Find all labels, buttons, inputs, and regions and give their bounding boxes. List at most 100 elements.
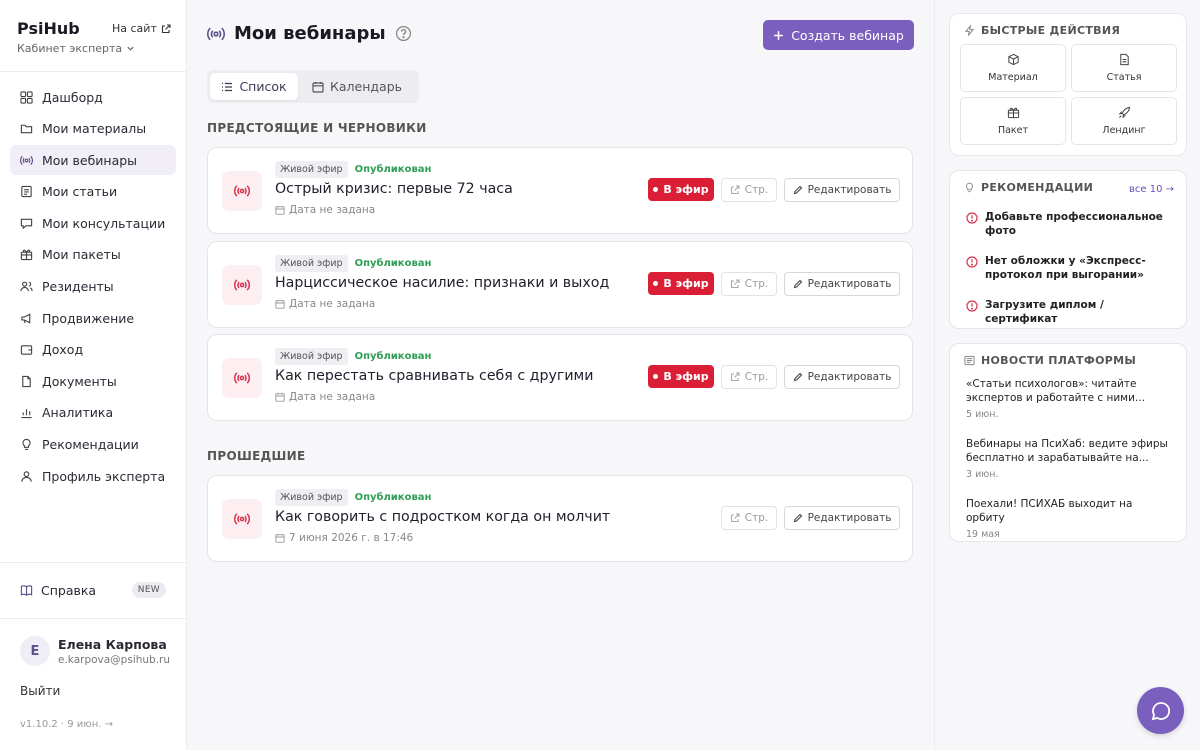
sidebar-item-documents[interactable]: Документы xyxy=(10,366,176,396)
edit-button[interactable]: Редактировать xyxy=(784,506,900,530)
user-card[interactable]: Е Елена Карпова e.karpova@psihub.ru xyxy=(20,636,170,666)
calendar-icon xyxy=(275,533,285,543)
recommendation-item[interactable]: Загрузите диплом / сертификат xyxy=(966,299,1172,326)
list-icon xyxy=(222,82,233,91)
quick-action-package[interactable]: Пакет xyxy=(960,97,1066,145)
news-item[interactable]: Поехали! ПСИХАБ выходит на орбиту 19 мая xyxy=(966,498,1174,540)
version-label[interactable]: v1.10.2 · 9 июн. → xyxy=(20,719,113,730)
live-dot-icon xyxy=(653,187,659,192)
sidebar-item-dashboard[interactable]: Дашборд xyxy=(10,82,176,112)
go-live-button[interactable]: В эфир xyxy=(648,272,714,295)
recommendation-text: Добавьте профессиональное фото xyxy=(985,211,1163,237)
sidebar: PsiHub На сайт Кабинет эксперта Дашборд … xyxy=(0,0,187,750)
tab-label: Список xyxy=(239,79,287,94)
past-section-title: ПРОШЕДШИЕ xyxy=(207,449,306,463)
support-chat-button[interactable] xyxy=(1137,687,1184,734)
users-icon xyxy=(20,281,33,292)
edit-button[interactable]: Редактировать xyxy=(784,365,900,389)
page-button[interactable]: Стр. xyxy=(721,272,777,296)
page-label: Стр. xyxy=(744,184,769,196)
webinar-title[interactable]: Нарциссическое насилие: признаки и выход xyxy=(275,275,609,291)
date-label: 7 июня 2026 г. в 17:46 xyxy=(289,532,414,544)
sidebar-item-recommendations[interactable]: Рекомендации xyxy=(10,430,176,460)
news-item-date: 3 июн. xyxy=(966,469,999,481)
sidebar-item-packages[interactable]: Мои пакеты xyxy=(10,240,176,270)
page-button[interactable]: Стр. xyxy=(721,506,777,530)
edit-button[interactable]: Редактировать xyxy=(784,272,900,296)
edit-label: Редактировать xyxy=(807,184,892,196)
recommendation-item[interactable]: Добавьте профессиональное фото xyxy=(966,211,1172,238)
quick-action-landing[interactable]: Лендинг xyxy=(1071,97,1177,145)
sidebar-item-residents[interactable]: Резиденты xyxy=(10,272,176,302)
edit-button[interactable]: Редактировать xyxy=(784,178,900,202)
type-badge: Живой эфир xyxy=(275,489,348,506)
all-recommendations-link[interactable]: все 10 → xyxy=(1129,184,1174,195)
sidebar-item-label: Дашборд xyxy=(42,89,103,105)
sidebar-item-promotion[interactable]: Продвижение xyxy=(10,303,176,333)
edit-label: Редактировать xyxy=(807,371,892,383)
page-button[interactable]: Стр. xyxy=(721,178,777,202)
page-label: Стр. xyxy=(744,278,769,290)
page-label: Стр. xyxy=(744,371,769,383)
recommendation-item[interactable]: Нет обложки у «Экспресс-протокол при выг… xyxy=(966,255,1172,282)
bulb-icon xyxy=(22,438,31,451)
sidebar-item-help[interactable]: Справка NEW xyxy=(10,576,176,604)
news-item-date: 5 июн. xyxy=(966,409,999,421)
news-item[interactable]: «Статьи психологов»: читайте экспертов и… xyxy=(966,378,1174,420)
sidebar-item-webinars[interactable]: Мои вебинары xyxy=(10,145,176,176)
edit-label: Редактировать xyxy=(807,278,892,290)
divider xyxy=(0,618,186,619)
webinar-card[interactable]: Живой эфир Опубликован Как перестать сра… xyxy=(207,334,913,421)
sidebar-item-analytics[interactable]: Аналитика xyxy=(10,398,176,428)
webinar-card[interactable]: Живой эфир Опубликован Нарциссическое на… xyxy=(207,241,913,328)
alert-circle-icon xyxy=(966,256,978,268)
sidebar-item-materials[interactable]: Мои материалы xyxy=(10,114,176,144)
tab-calendar[interactable]: Календарь xyxy=(298,73,416,100)
logout-button[interactable]: Выйти xyxy=(20,684,60,698)
sidebar-item-consultations[interactable]: Мои консультации xyxy=(10,208,176,238)
help-circle-icon[interactable] xyxy=(395,25,412,42)
webinar-title[interactable]: Как перестать сравнивать себя с другими xyxy=(275,368,593,384)
go-live-button[interactable]: В эфир xyxy=(648,178,714,201)
create-webinar-button[interactable]: Создать вебинар xyxy=(763,20,914,50)
status-badge: Опубликован xyxy=(354,492,432,503)
create-webinar-label: Создать вебинар xyxy=(791,27,904,43)
plus-icon xyxy=(774,30,784,40)
site-link[interactable]: На сайт xyxy=(112,22,171,35)
page-header: Мои вебинары xyxy=(207,23,412,44)
live-dot-icon xyxy=(653,281,659,286)
panel-header: РЕКОМЕНДАЦИИ xyxy=(964,181,1093,194)
webinar-card[interactable]: Живой эфир Опубликован Как говорить с по… xyxy=(207,475,913,562)
right-panel: БЫСТРЫЕ ДЕЙСТВИЯ Материал Статья Пакет Л… xyxy=(934,0,1200,750)
news-item[interactable]: Вебинары на ПсиХаб: ведите эфиры бесплат… xyxy=(966,438,1174,480)
broadcast-icon xyxy=(234,279,250,291)
webinar-card[interactable]: Живой эфир Опубликован Острый кризис: пе… xyxy=(207,147,913,234)
webinar-date: Дата не задана xyxy=(275,298,375,310)
sidebar-item-label: Мои статьи xyxy=(42,184,118,200)
quick-action-label: Пакет xyxy=(997,125,1029,136)
go-live-button[interactable]: В эфир xyxy=(648,365,714,388)
wallet-icon xyxy=(20,345,33,355)
quick-action-article[interactable]: Статья xyxy=(1071,44,1177,92)
sidebar-item-label: Мои консультации xyxy=(42,215,166,231)
page-button[interactable]: Стр. xyxy=(721,365,777,389)
pencil-icon xyxy=(793,185,802,195)
sidebar-item-label: Доход xyxy=(42,342,84,358)
brand-logo[interactable]: PsiHub xyxy=(17,19,80,38)
recommendation-text: Загрузите диплом / сертификат xyxy=(985,299,1104,325)
sidebar-item-income[interactable]: Доход xyxy=(10,335,176,365)
cube-icon xyxy=(1007,53,1019,66)
webinar-title[interactable]: Острый кризис: первые 72 часа xyxy=(275,181,513,197)
quick-action-material[interactable]: Материал xyxy=(960,44,1066,92)
tab-list[interactable]: Список xyxy=(210,73,298,100)
sidebar-item-articles[interactable]: Мои статьи xyxy=(10,177,176,207)
article-icon xyxy=(21,186,32,198)
webinar-title[interactable]: Как говорить с подростком когда он молчи… xyxy=(275,509,610,525)
sidebar-item-profile[interactable]: Профиль эксперта xyxy=(10,461,176,491)
cabinet-switcher[interactable]: Кабинет эксперта xyxy=(17,42,135,55)
site-link-label: На сайт xyxy=(112,22,157,35)
page-label: Стр. xyxy=(744,512,769,524)
calendar-icon xyxy=(275,205,285,215)
pencil-icon xyxy=(793,372,802,382)
sidebar-item-label: Аналитика xyxy=(42,405,114,421)
